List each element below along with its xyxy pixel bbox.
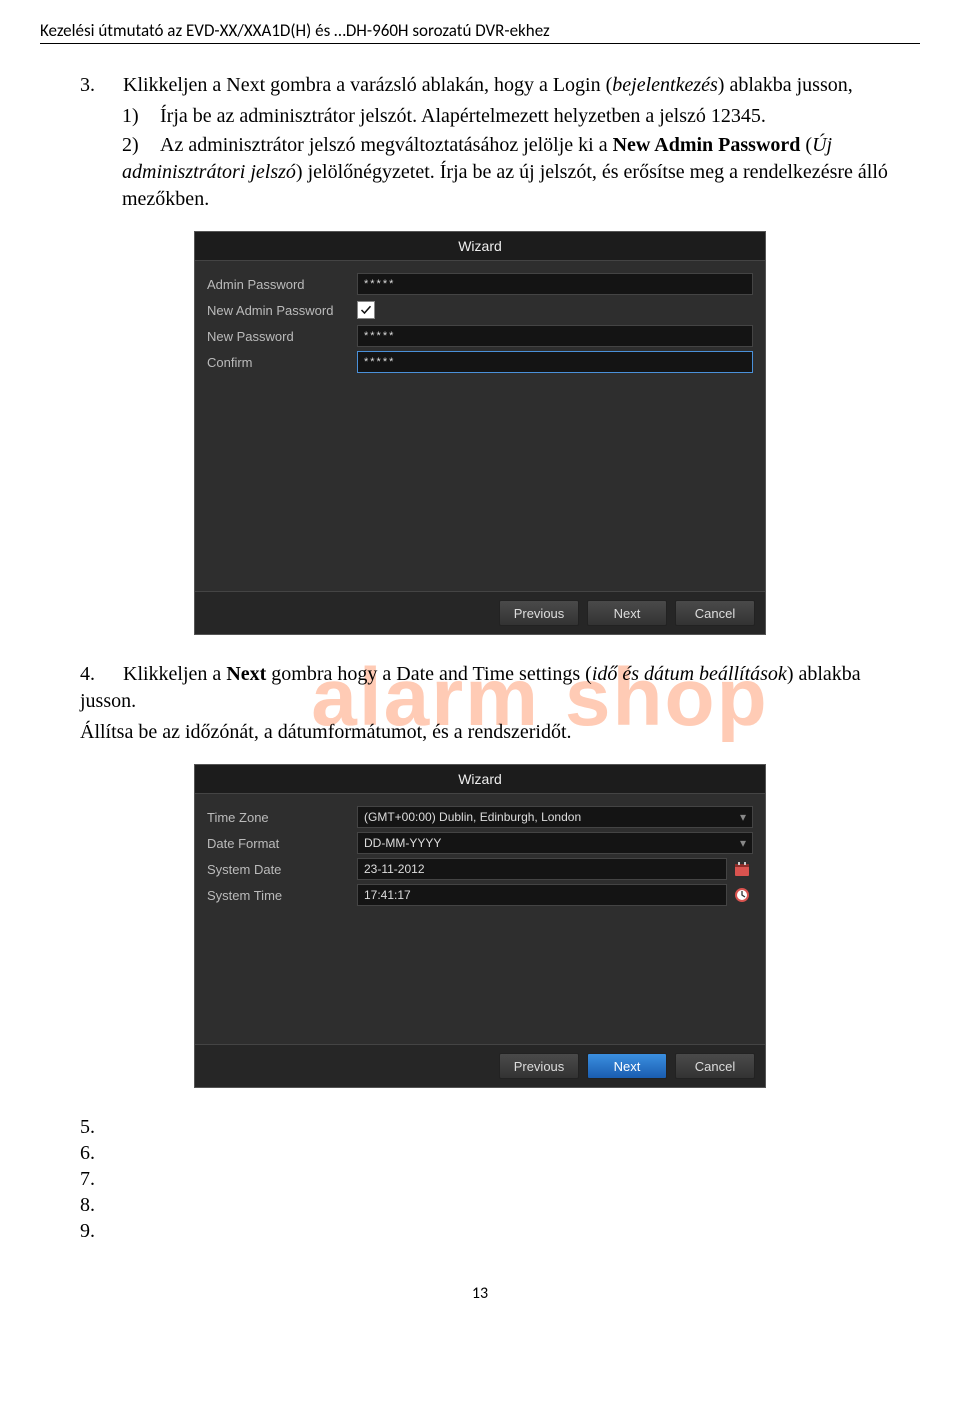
systemdate-row: System Date 23-11-2012	[195, 856, 765, 882]
next-button[interactable]: Next	[587, 1053, 667, 1079]
wizard-datetime-dialog: Wizard Time Zone (GMT+00:00) Dublin, Edi…	[194, 764, 766, 1088]
wizard-footer: Previous Next Cancel	[195, 591, 765, 634]
list-item: 5.	[80, 1114, 920, 1140]
chevron-down-icon: ▾	[740, 810, 746, 824]
next-button[interactable]: Next	[587, 600, 667, 626]
wizard-title: Wizard	[195, 232, 765, 261]
step3-sub1: 1)Írja be az adminisztrátor jelszót. Ala…	[122, 103, 920, 130]
page-number: 13	[40, 1284, 920, 1303]
admin-password-label: Admin Password	[207, 277, 357, 292]
new-admin-password-row: New Admin Password	[195, 297, 765, 323]
systemtime-label: System Time	[207, 888, 357, 903]
wizard-password-dialog: Wizard Admin Password ***** New Admin Pa…	[194, 231, 766, 635]
new-password-label: New Password	[207, 329, 357, 344]
list-item: 7.	[80, 1166, 920, 1192]
new-admin-password-label: New Admin Password	[207, 303, 357, 318]
calendar-icon[interactable]	[731, 859, 753, 879]
step-number: 3.	[80, 72, 118, 99]
systemdate-label: System Date	[207, 862, 357, 877]
step3-sub2: 2)Az adminisztrátor jelszó megváltoztatá…	[122, 132, 920, 213]
cancel-button[interactable]: Cancel	[675, 1053, 755, 1079]
list-item: 8.	[80, 1192, 920, 1218]
timezone-select[interactable]: (GMT+00:00) Dublin, Edinburgh, London ▾	[357, 806, 753, 828]
confirm-input[interactable]: *****	[357, 351, 753, 373]
new-password-input[interactable]: *****	[357, 325, 753, 347]
previous-button[interactable]: Previous	[499, 600, 579, 626]
clock-icon[interactable]	[731, 885, 753, 905]
dateformat-select[interactable]: DD-MM-YYYY ▾	[357, 832, 753, 854]
new-password-row: New Password *****	[195, 323, 765, 349]
confirm-row: Confirm *****	[195, 349, 765, 375]
systemtime-input[interactable]: 17:41:17	[357, 884, 727, 906]
list-item: 6.	[80, 1140, 920, 1166]
systemdate-input[interactable]: 23-11-2012	[357, 858, 727, 880]
trailing-number-list: 5. 6. 7. 8. 9.	[80, 1114, 920, 1244]
step-number: 4.	[80, 661, 118, 688]
confirm-label: Confirm	[207, 355, 357, 370]
dateformat-row: Date Format DD-MM-YYYY ▾	[195, 830, 765, 856]
systemtime-row: System Time 17:41:17	[195, 882, 765, 908]
doc-header: Kezelési útmutató az EVD-XX/XXA1D(H) és …	[40, 20, 920, 44]
dateformat-label: Date Format	[207, 836, 357, 851]
new-admin-password-checkbox[interactable]	[357, 301, 375, 319]
admin-password-row: Admin Password *****	[195, 271, 765, 297]
list-item: 9.	[80, 1218, 920, 1244]
wizard-footer: Previous Next Cancel	[195, 1044, 765, 1087]
step4-paragraph: 4. Klikkeljen a Next gombra hogy a Date …	[80, 661, 920, 715]
timezone-row: Time Zone (GMT+00:00) Dublin, Edinburgh,…	[195, 804, 765, 830]
previous-button[interactable]: Previous	[499, 1053, 579, 1079]
step4-line2: Állítsa be az időzónát, a dátumformátumo…	[80, 719, 920, 746]
timezone-label: Time Zone	[207, 810, 357, 825]
checkmark-icon	[360, 304, 372, 316]
cancel-button[interactable]: Cancel	[675, 600, 755, 626]
chevron-down-icon: ▾	[740, 836, 746, 850]
admin-password-input[interactable]: *****	[357, 273, 753, 295]
wizard-title: Wizard	[195, 765, 765, 794]
step3-paragraph: 3. Klikkeljen a Next gombra a varázsló a…	[80, 72, 920, 99]
